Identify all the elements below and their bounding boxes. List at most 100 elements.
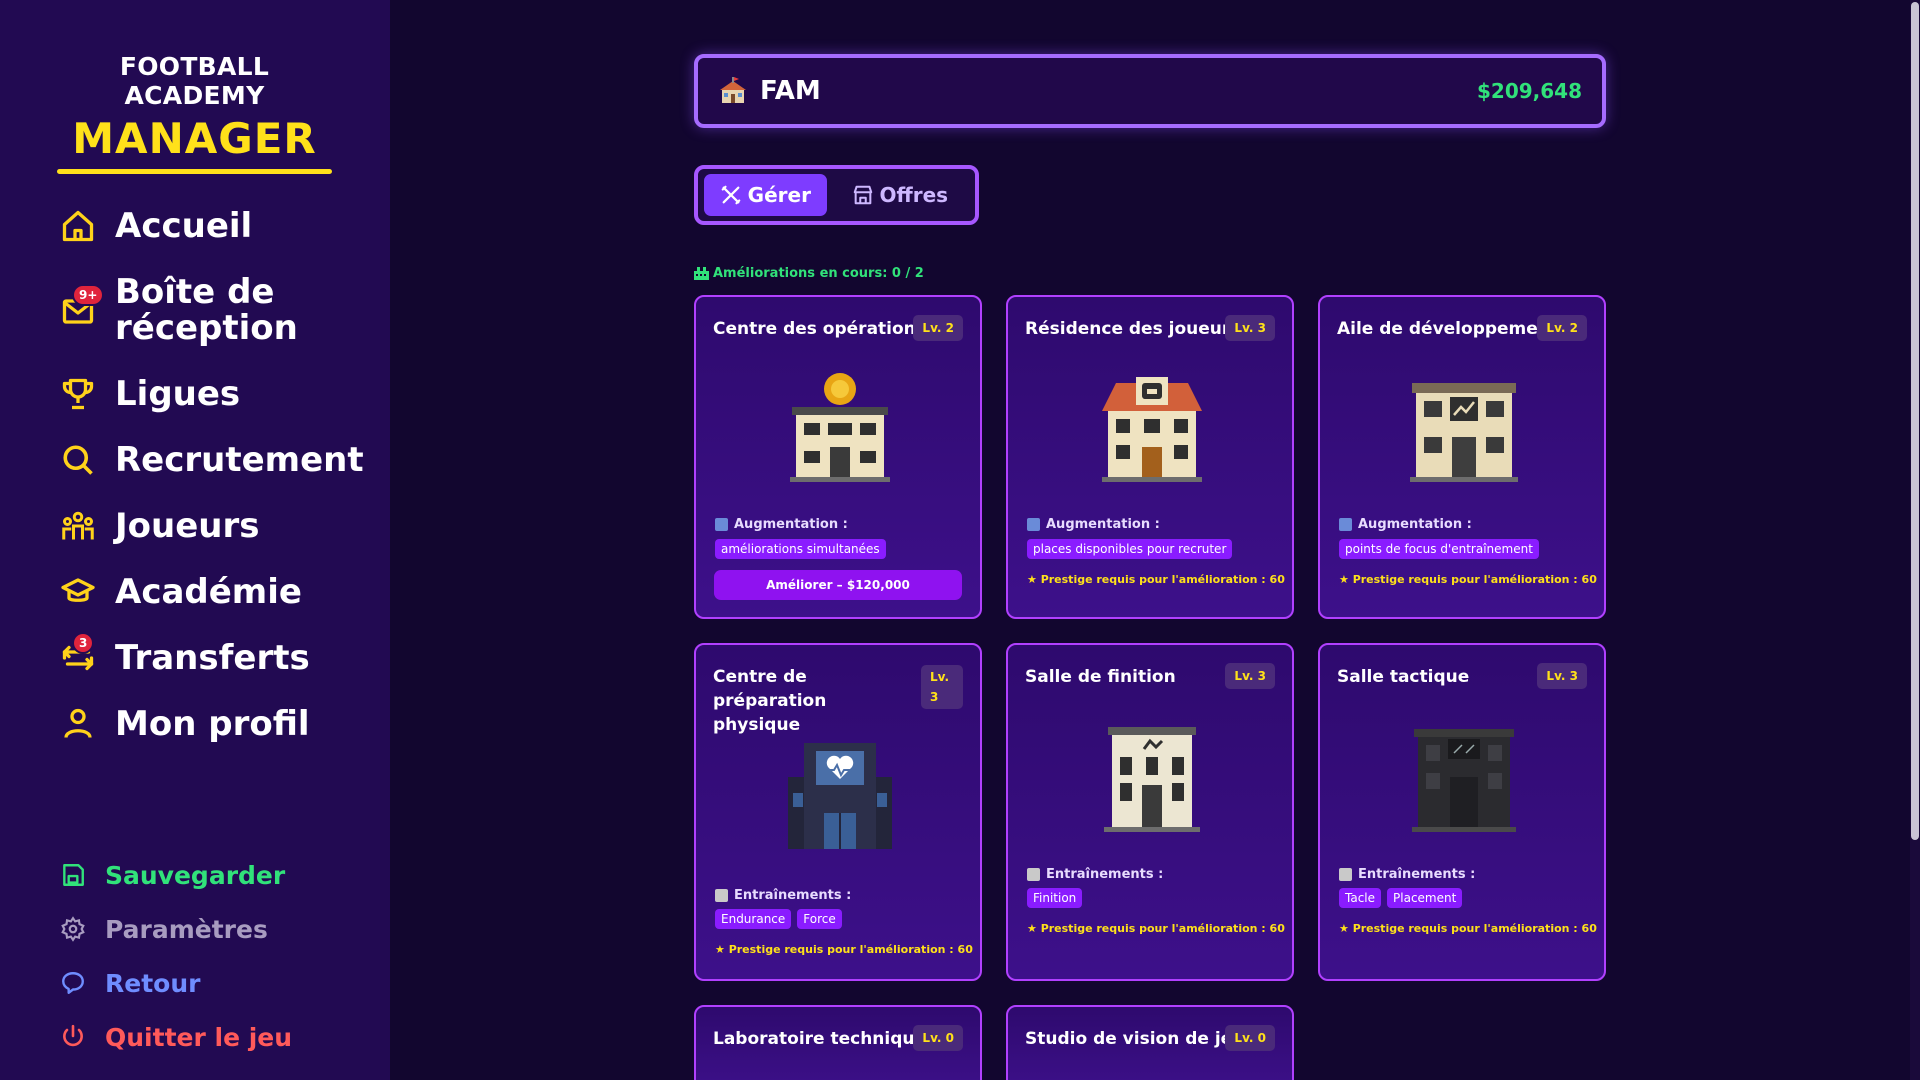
level-badge: Lv. 0: [913, 1025, 963, 1051]
quit-label: Quitter le jeu: [105, 1022, 293, 1052]
level-badge: Lv. 0: [1225, 1025, 1275, 1051]
prestige-requirement: ★ Prestige requis pour l'amélioration : …: [1027, 922, 1285, 935]
section-text: Entraînements :: [1358, 867, 1476, 882]
sidebar: FOOTBALL ACADEMY MANAGER Accueil 9+ Boît…: [0, 0, 390, 1080]
facility-card[interactable]: Résidence des joueurs Lv. 3 Augmentation…: [1006, 295, 1294, 619]
nav-item-joueurs[interactable]: Joueurs: [58, 493, 378, 559]
facility-card[interactable]: Centre de préparation physique Lv. 3 Ent…: [694, 643, 982, 981]
inbox-badge: 9+: [72, 284, 105, 306]
club-header: FAM $209,648: [694, 54, 1606, 128]
nav-label: Académie: [115, 572, 302, 612]
save-button[interactable]: Sauvegarder: [60, 848, 360, 902]
section-label: Augmentation :: [1339, 517, 1472, 532]
bottom-nav: Sauvegarder Paramètres Retour Quitter le…: [60, 848, 360, 1064]
feedback-label: Retour: [105, 968, 201, 998]
upgrade-button[interactable]: Améliorer – $120,000: [714, 570, 962, 600]
level-badge: Lv. 2: [913, 315, 963, 341]
nav-item-inbox[interactable]: 9+ Boîte de réception: [58, 259, 378, 361]
development-building-icon: [1410, 383, 1518, 482]
upgrades-in-progress: Améliorations en cours: 0 / 2: [694, 266, 924, 281]
club-name: FAM: [760, 76, 821, 106]
facility-card[interactable]: Laboratoire technique Lv. 0: [694, 1005, 982, 1080]
settings-button[interactable]: Paramètres: [60, 902, 360, 956]
chip-list: places disponibles pour recruter: [1027, 539, 1233, 559]
chart-icon: [715, 518, 728, 531]
facility-card[interactable]: Centre des opérations Lv. 2 Augmentation…: [694, 295, 982, 619]
checkbox-icon: [1339, 868, 1352, 881]
level-badge: Lv. 2: [1537, 315, 1587, 341]
settings-label: Paramètres: [105, 914, 268, 944]
nav-item-profil[interactable]: Mon profil: [58, 691, 378, 757]
chip-list: points de focus d'entraînement: [1339, 539, 1539, 559]
scrollbar[interactable]: [1910, 0, 1920, 1080]
save-icon: [63, 864, 84, 886]
tab-bar: Gérer Offres: [694, 165, 979, 225]
tab-offers[interactable]: Offres: [831, 174, 969, 216]
nav-label: Boîte de réception: [115, 272, 298, 348]
card-title: Salle de finition: [1025, 667, 1176, 687]
tab-manage[interactable]: Gérer: [704, 174, 827, 216]
prestige-requirement: ★ Prestige requis pour l'amélioration : …: [715, 943, 973, 956]
facility-card[interactable]: Salle tactique Lv. 3 Entraînements : Tac…: [1318, 643, 1606, 981]
facility-card[interactable]: Aile de développement Lv. 2 Augmentation…: [1318, 295, 1606, 619]
card-title: Centre des opérations: [713, 319, 926, 339]
quit-button[interactable]: Quitter le jeu: [60, 1010, 360, 1064]
chip: points de focus d'entraînement: [1339, 539, 1539, 559]
nav-label: Recrutement: [115, 440, 364, 480]
main-nav: Accueil 9+ Boîte de réception Ligues Rec…: [58, 193, 378, 757]
club-info: FAM: [718, 76, 821, 106]
transfer-icon: 3: [58, 632, 98, 678]
tactics-building-icon: [1412, 729, 1516, 832]
search-icon: [58, 440, 98, 480]
level-badge: Lv. 3: [921, 665, 963, 709]
card-title: Aile de développement: [1337, 319, 1559, 339]
section-label: Entraînements :: [715, 888, 851, 903]
graduation-cap-icon: [58, 572, 98, 612]
feedback-button[interactable]: Retour: [60, 956, 360, 1010]
chip-list: Tacle Placement: [1339, 888, 1463, 908]
residence-building-icon: [1102, 377, 1202, 482]
checkbox-icon: [715, 889, 728, 902]
logo-underline: [57, 169, 332, 174]
tools-icon: [721, 185, 741, 205]
settings-icon: [61, 916, 85, 942]
chip: Tacle: [1339, 888, 1382, 908]
nav-item-academie[interactable]: Académie: [58, 559, 378, 625]
chip: Placement: [1387, 888, 1463, 908]
level-badge: Lv. 3: [1537, 663, 1587, 689]
facility-card[interactable]: Salle de finition Lv. 3 Entraînements : …: [1006, 643, 1294, 981]
chip: Force: [797, 909, 842, 929]
operations-building-icon: [790, 373, 890, 482]
nav-item-ligues[interactable]: Ligues: [58, 361, 378, 427]
section-text: Augmentation :: [1046, 517, 1160, 532]
section-label: Entraînements :: [1027, 867, 1163, 882]
mail-icon: 9+: [58, 284, 105, 330]
prestige-requirement: ★ Prestige requis pour l'amélioration : …: [1027, 573, 1285, 586]
prestige-requirement: ★ Prestige requis pour l'amélioration : …: [1339, 922, 1597, 935]
finishing-building-icon: [1104, 727, 1200, 832]
level-badge: Lv. 3: [1225, 663, 1275, 689]
chip: places disponibles pour recruter: [1027, 539, 1233, 559]
card-title: Laboratoire technique: [713, 1029, 927, 1049]
checkbox-icon: [1027, 868, 1040, 881]
fitness-building-icon: [788, 743, 892, 849]
nav-item-recrutement[interactable]: Recrutement: [58, 427, 378, 493]
section-label: Entraînements :: [1339, 867, 1475, 882]
construction-icon: [694, 267, 709, 280]
power-icon: [63, 1024, 83, 1047]
nav-label: Mon profil: [115, 704, 310, 744]
tab-manage-label: Gérer: [747, 183, 811, 207]
upgrades-in-progress-text: Améliorations en cours: 0 / 2: [713, 266, 924, 281]
card-title: Studio de vision de jeu: [1025, 1029, 1245, 1049]
card-title: Centre de préparation physique: [713, 667, 827, 735]
user-icon: [58, 704, 98, 744]
chip-list: Finition: [1027, 888, 1083, 908]
chart-icon: [1339, 518, 1352, 531]
chip: améliorations simultanées: [715, 539, 886, 559]
prestige-requirement: ★ Prestige requis pour l'amélioration : …: [1339, 573, 1597, 586]
players-icon: [58, 506, 98, 546]
facility-card[interactable]: Studio de vision de jeu Lv. 0: [1006, 1005, 1294, 1080]
scrollbar-thumb[interactable]: [1911, 2, 1919, 840]
nav-item-transferts[interactable]: 3 Transferts: [58, 625, 378, 691]
nav-item-accueil[interactable]: Accueil: [58, 193, 378, 259]
